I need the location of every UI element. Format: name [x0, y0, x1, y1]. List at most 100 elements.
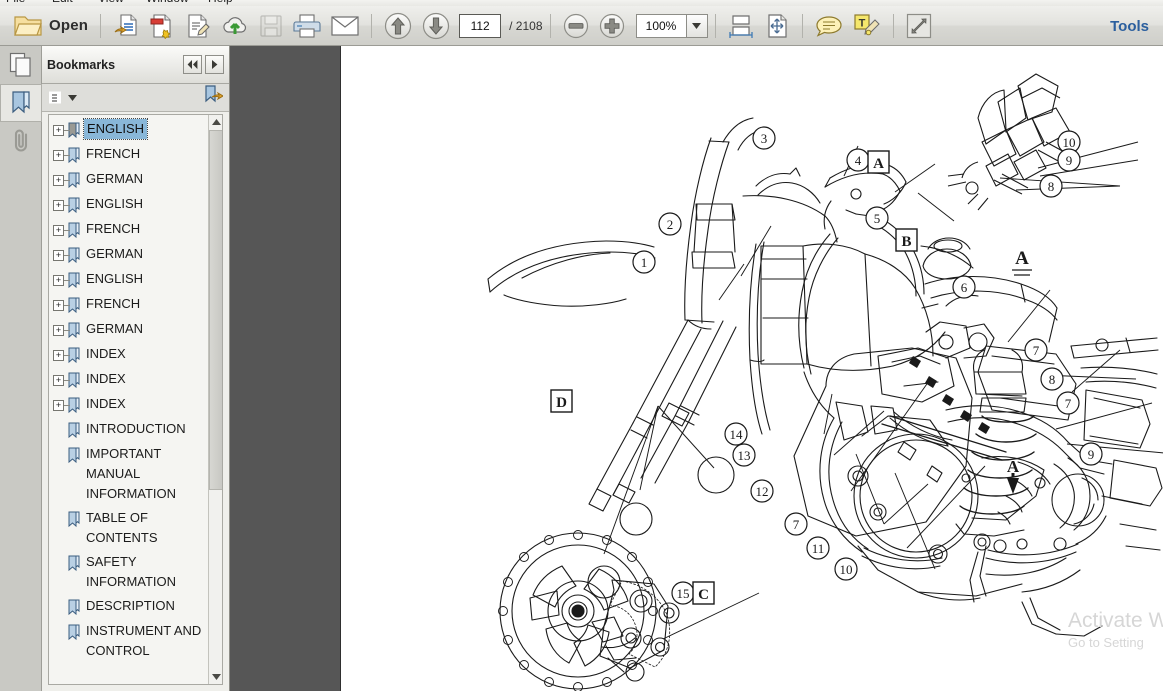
bookmark-icon — [68, 322, 80, 339]
email-button[interactable] — [326, 9, 364, 43]
bookmark-item[interactable]: + FRENCH — [49, 217, 208, 242]
bookmarks-scrollbar[interactable] — [208, 115, 222, 684]
bookmark-expand-icon[interactable]: + — [53, 325, 70, 336]
menu-item-file[interactable]: File — [6, 0, 25, 5]
rail-item-attachments[interactable] — [0, 122, 42, 160]
bookmark-item[interactable]: + ENGLISH — [49, 267, 208, 292]
save-icon — [260, 14, 282, 37]
bookmark-options-button[interactable] — [48, 90, 77, 106]
fullscreen-button[interactable] — [901, 9, 937, 43]
edit-pdf-button[interactable] — [180, 9, 216, 43]
zoom-in-button[interactable] — [594, 9, 630, 43]
bookmark-item[interactable]: + FRENCH — [49, 142, 208, 167]
next-page-button[interactable] — [417, 9, 455, 43]
panel-expand-button[interactable] — [205, 55, 224, 74]
toolbar-separator-4 — [714, 13, 716, 38]
zoom-level-input[interactable]: 100% — [635, 13, 686, 38]
fit-page-button[interactable] — [759, 9, 795, 43]
direction-arrow-A: A — [1007, 457, 1020, 494]
bookmark-expand-icon[interactable]: + — [53, 300, 70, 311]
bookmark-item[interactable]: DESCRIPTION — [49, 594, 208, 619]
bookmark-expand-icon[interactable]: + — [53, 250, 70, 261]
svg-text:A: A — [1015, 248, 1029, 269]
callout-number: 8 — [1048, 179, 1055, 194]
bookmark-item[interactable]: + ENGLISH — [49, 192, 208, 217]
bookmark-label: DESCRIPTION — [86, 598, 175, 613]
menu-item-help[interactable]: Help — [208, 0, 233, 5]
callout-14: 14 — [724, 422, 748, 446]
bookmark-expand-icon[interactable]: + — [53, 400, 70, 411]
double-chevron-left-icon — [187, 60, 198, 69]
bookmark-label: FRENCH — [86, 221, 141, 236]
callout-number: 2 — [667, 217, 674, 232]
bookmark-expand-icon[interactable]: + — [53, 150, 70, 161]
bookmark-item[interactable]: IMPORTANT MANUAL INFORMATION — [49, 442, 208, 506]
bookmark-expand-icon[interactable]: + — [53, 275, 70, 286]
save-button[interactable] — [254, 9, 288, 43]
scroll-down-button[interactable] — [209, 670, 222, 684]
callout-number: 9 — [1066, 153, 1073, 168]
page-number-input[interactable]: 112 — [459, 13, 502, 38]
callout-13: 13 — [732, 443, 756, 467]
box-label-A: A — [867, 150, 890, 174]
pdf-reader-window: File Edit View Window Help Open — [0, 0, 1163, 691]
bookmark-icon — [68, 297, 80, 314]
zoom-out-button[interactable] — [558, 9, 594, 43]
bookmark-item[interactable]: + INDEX — [49, 392, 208, 417]
bookmark-expand-icon[interactable]: + — [53, 225, 70, 236]
fit-width-button[interactable] — [723, 9, 759, 43]
bookmark-item[interactable]: + GERMAN — [49, 167, 208, 192]
bookmark-item[interactable]: + GERMAN — [49, 242, 208, 267]
bookmark-item[interactable]: SAFETY INFORMATION — [49, 550, 208, 594]
toolbar-separator-1 — [100, 13, 102, 38]
upload-cloud-button[interactable] — [216, 9, 254, 43]
create-pdf-button[interactable] — [108, 9, 144, 43]
bookmark-item[interactable]: + GERMAN — [49, 317, 208, 342]
bookmarks-list[interactable]: + ENGLISH + FRENCH + GERMAN + ENGLISH + FRENCH + GE… — [49, 115, 208, 684]
toolbar-separator-6 — [892, 13, 894, 38]
menu-item-window[interactable]: Window — [146, 0, 189, 5]
callout-layer: 123456787914131271110151098 — [632, 126, 1103, 605]
menu-item-view[interactable]: View — [98, 0, 124, 5]
zoom-dropdown-button[interactable] — [685, 13, 708, 38]
menu-item-edit[interactable]: Edit — [52, 0, 73, 5]
bookmark-item[interactable]: INSTRUMENT AND CONTROL — [49, 619, 208, 663]
callout-4: 4 — [846, 148, 870, 172]
bookmark-item[interactable]: + INDEX — [49, 367, 208, 392]
bookmark-label: GERMAN — [86, 246, 144, 261]
bookmark-icon — [68, 122, 80, 139]
highlight-text-button[interactable]: T — [848, 9, 886, 43]
zoom-in-icon — [599, 13, 624, 38]
callout-number: 15 — [677, 586, 690, 601]
rail-item-page-thumbnails[interactable] — [0, 46, 42, 84]
scroll-up-button[interactable] — [209, 115, 222, 129]
bookmark-item[interactable]: + INDEX — [49, 342, 208, 367]
new-bookmark-button[interactable] — [203, 85, 224, 110]
bookmark-indent-spacer — [53, 450, 64, 461]
navigation-rail — [0, 46, 42, 691]
chevron-up-icon — [211, 119, 221, 125]
previous-page-button[interactable] — [379, 9, 417, 43]
bookmark-indent-spacer — [53, 514, 64, 525]
rail-item-bookmarks[interactable] — [0, 84, 42, 122]
bookmark-expand-icon[interactable]: + — [53, 125, 70, 136]
combine-files-button[interactable] — [144, 9, 180, 43]
bookmark-expand-icon[interactable]: + — [53, 200, 70, 211]
bookmark-label: SAFETY INFORMATION — [86, 554, 177, 589]
pdf-page-view[interactable]: A A 1 2 3 4 5 6 7 8 7 9 14 13 12 7 11 10… — [340, 46, 1163, 691]
bookmark-expand-icon[interactable]: + — [53, 350, 70, 361]
bookmark-expand-icon[interactable]: + — [53, 375, 70, 386]
panel-collapse-button[interactable] — [183, 55, 202, 74]
callout-number: 4 — [855, 153, 862, 168]
comment-button[interactable] — [810, 9, 848, 43]
bookmark-item[interactable]: + ENGLISH — [49, 117, 208, 142]
print-button[interactable] — [288, 9, 326, 43]
bookmark-expand-icon[interactable]: + — [53, 175, 70, 186]
bookmark-item[interactable]: + FRENCH — [49, 292, 208, 317]
bookmark-item[interactable]: TABLE OF CONTENTS — [49, 506, 208, 550]
scrollbar-thumb[interactable] — [209, 130, 222, 490]
bookmark-item[interactable]: INTRODUCTION — [49, 417, 208, 442]
open-button[interactable]: Open — [8, 9, 93, 43]
callout-6: 6 — [952, 275, 976, 299]
tools-button[interactable]: Tools — [1096, 6, 1163, 46]
